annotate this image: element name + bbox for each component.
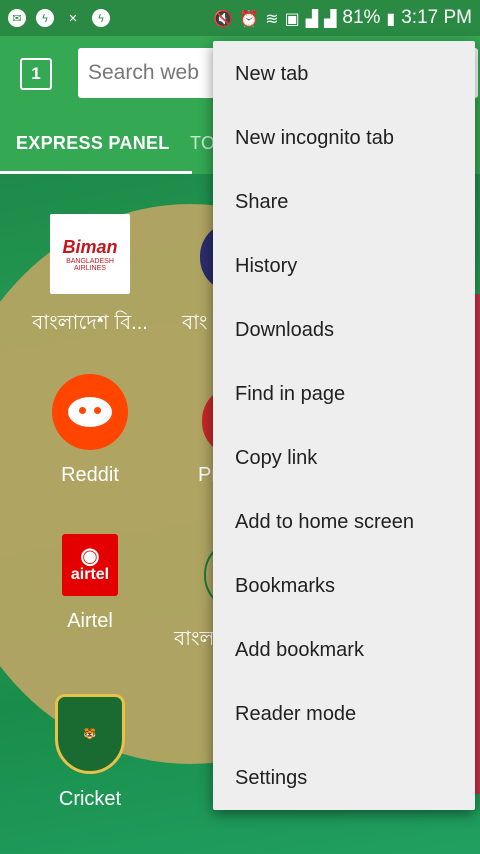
menu-item-find-in-page[interactable]: Find in page bbox=[213, 362, 475, 426]
messenger-icon: ϟ bbox=[92, 9, 110, 27]
speed-dial-label: বাংলাদেশ বি... bbox=[32, 312, 148, 334]
clock: 3:17 PM bbox=[401, 7, 472, 28]
menu-item-add-bookmark[interactable]: Add bookmark bbox=[213, 618, 475, 682]
tab-express-panel[interactable]: EXPRESS PANEL bbox=[0, 112, 192, 174]
battery-charging-icon: ▮ bbox=[386, 8, 396, 28]
speed-dial-label: Cricket bbox=[58, 788, 122, 810]
menu-item-share[interactable]: Share bbox=[213, 170, 475, 234]
menu-item-new-incognito-tab[interactable]: New incognito tab bbox=[213, 106, 475, 170]
alarm-icon: ⏰ bbox=[239, 8, 260, 28]
menu-item-reader-mode[interactable]: Reader mode bbox=[213, 682, 475, 746]
signal-icon: ▟ bbox=[324, 8, 337, 28]
menu-item-copy-link[interactable]: Copy link bbox=[213, 426, 475, 490]
tab-top-sites[interactable]: TO bbox=[190, 112, 215, 174]
reddit-logo bbox=[52, 374, 128, 450]
biman-logo: Biman BANGLADESH AIRLINES bbox=[50, 214, 130, 294]
speed-dial-reddit[interactable]: Reddit bbox=[10, 374, 170, 487]
battery-level: 81% bbox=[342, 7, 381, 28]
menu-item-settings[interactable]: Settings bbox=[213, 746, 475, 810]
speed-dial-airtel[interactable]: ◉ airtel Airtel bbox=[10, 534, 170, 633]
speed-dial-label: Reddit bbox=[61, 464, 119, 486]
missed-call-icon: ✕ bbox=[68, 11, 78, 25]
messenger-icon: ϟ bbox=[36, 9, 54, 27]
mute-icon: 🔇 bbox=[213, 8, 234, 28]
airtel-logo: ◉ airtel bbox=[62, 534, 118, 596]
cricket-board-logo: 🐯 bbox=[55, 694, 125, 774]
tab-switcher-button[interactable]: 1 bbox=[20, 58, 52, 90]
speed-dial-cricket[interactable]: 🐯 Cricket bbox=[10, 694, 170, 811]
menu-item-downloads[interactable]: Downloads bbox=[213, 298, 475, 362]
status-bar: ✉ ϟ ✕ ϟ 🔇 ⏰ ≋ ▣ ▟ ▟ 81% ▮ 3:17 PM bbox=[0, 0, 480, 36]
message-icon: ✉ bbox=[8, 9, 26, 27]
wifi-icon: ≋ bbox=[265, 8, 279, 28]
overflow-menu: New tab New incognito tab Share History … bbox=[213, 41, 475, 810]
signal-icon: ▟ bbox=[305, 8, 319, 28]
speed-dial-label: Airtel bbox=[67, 610, 113, 632]
menu-item-new-tab[interactable]: New tab bbox=[213, 42, 475, 106]
menu-item-history[interactable]: History bbox=[213, 234, 475, 298]
menu-item-bookmarks[interactable]: Bookmarks bbox=[213, 554, 475, 618]
menu-item-add-to-home-screen[interactable]: Add to home screen bbox=[213, 490, 475, 554]
search-placeholder: Search web bbox=[88, 61, 199, 84]
speed-dial-biman[interactable]: Biman BANGLADESH AIRLINES বাংলাদেশ বি... bbox=[10, 214, 170, 341]
nfc-icon: ▣ bbox=[284, 8, 300, 28]
